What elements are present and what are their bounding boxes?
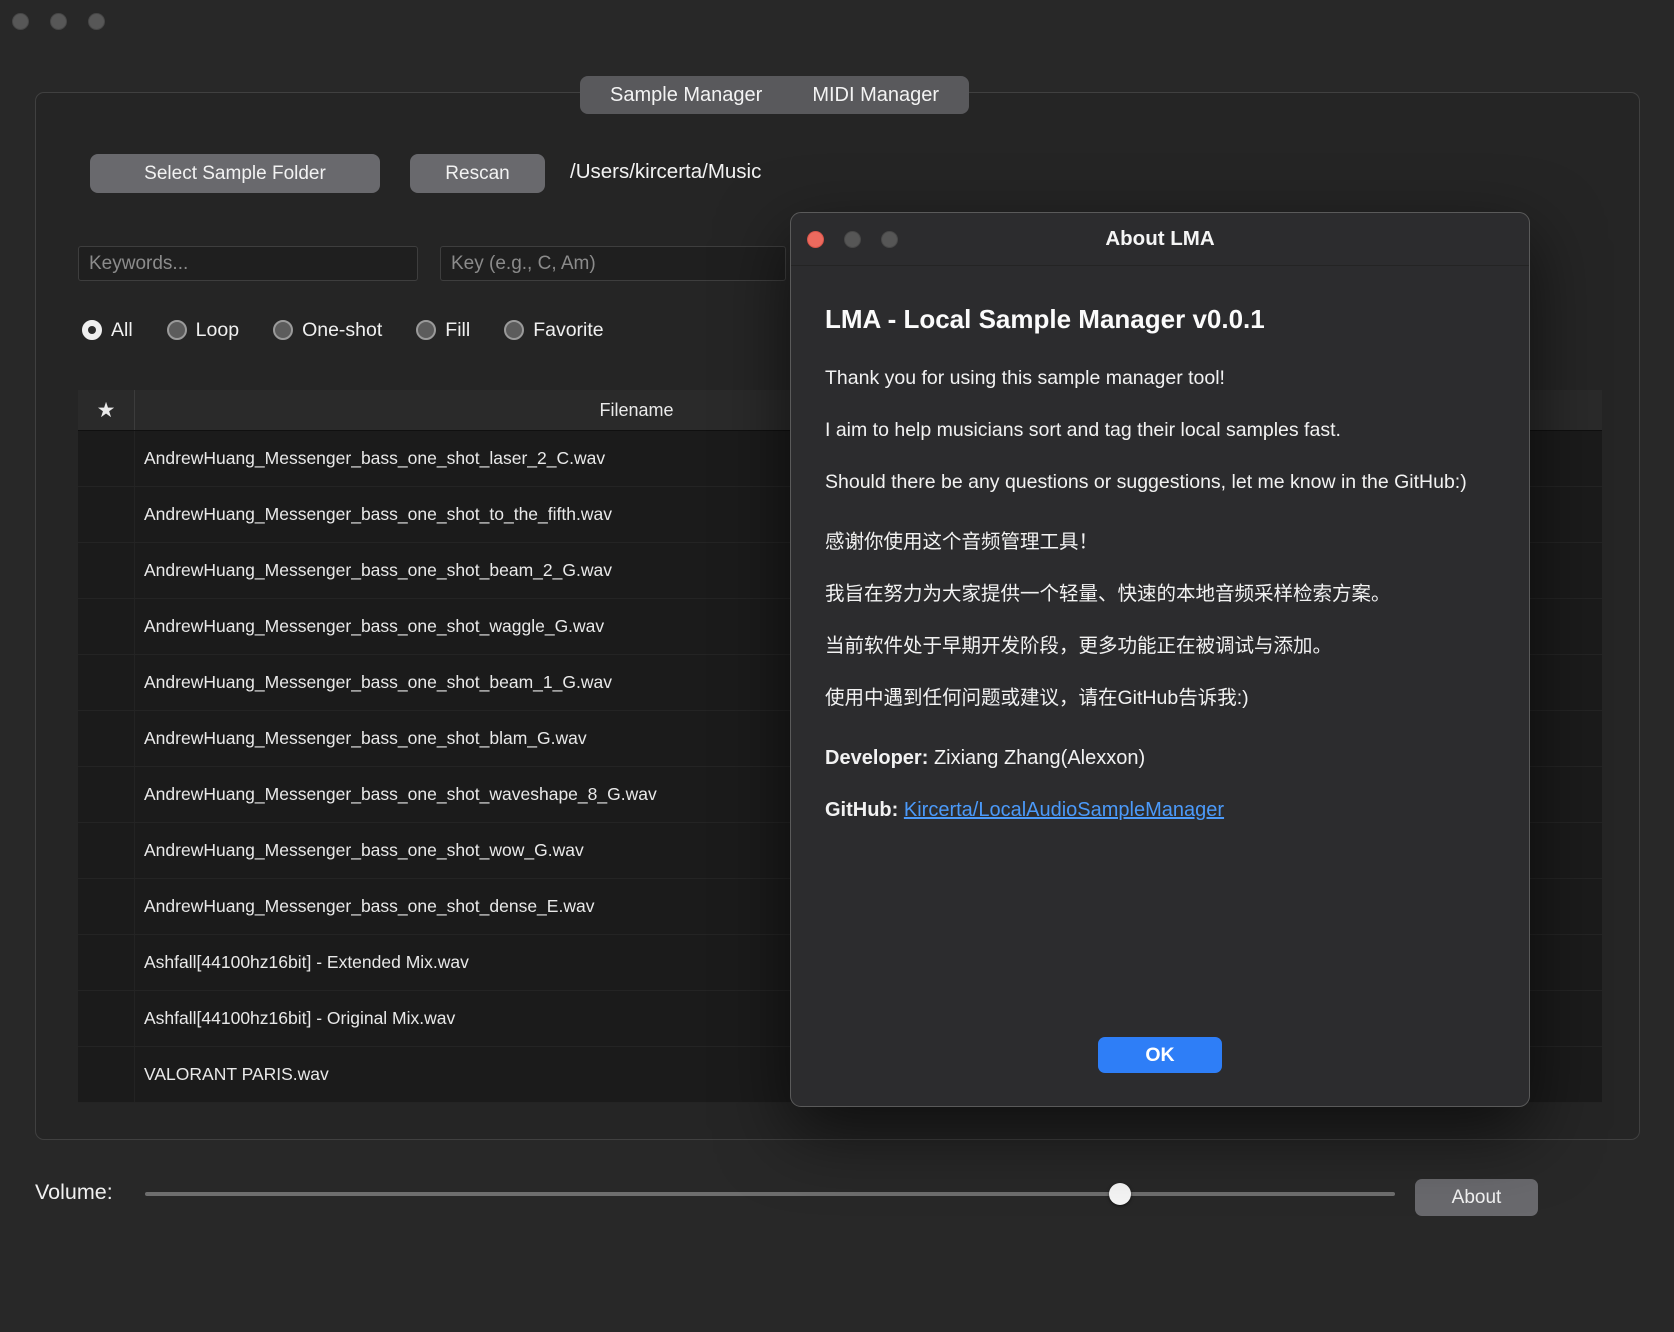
about-button[interactable]: About — [1415, 1179, 1538, 1216]
window-minimize-icon[interactable] — [50, 13, 67, 30]
row-filename: AndrewHuang_Messenger_bass_one_shot_wave… — [135, 784, 657, 805]
filter-radios: All Loop One-shot Fill Favorite — [82, 316, 604, 344]
dialog-heading: LMA - Local Sample Manager v0.0.1 — [825, 304, 1495, 335]
developer-label: Developer: — [825, 747, 928, 769]
dialog-paragraph-cn-questions: 使用中遇到任何问题或建议，请在GitHub告诉我:) — [825, 683, 1495, 713]
filter-radio[interactable]: Loop — [167, 319, 239, 342]
radio-icon — [273, 320, 293, 340]
filter-radio[interactable]: Favorite — [504, 319, 603, 342]
filter-radio[interactable]: Fill — [416, 319, 470, 342]
radio-label: Fill — [445, 319, 470, 342]
dialog-paragraph-questions: Should there be any questions or suggest… — [825, 467, 1495, 497]
row-filename: Ashfall[44100hz16bit] - Original Mix.wav — [135, 1008, 455, 1029]
row-star-cell[interactable] — [78, 599, 135, 654]
radio-icon — [167, 320, 187, 340]
radio-label: Favorite — [533, 319, 603, 342]
developer-value: Zixiang Zhang(Alexxon) — [934, 747, 1145, 769]
radio-label: One-shot — [302, 319, 382, 342]
dialog-paragraph-cn-thanks: 感谢你使用这个音频管理工具！ — [825, 527, 1495, 557]
favorite-column-header[interactable]: ★ — [78, 390, 135, 430]
select-sample-folder-button[interactable]: Select Sample Folder — [90, 154, 380, 193]
dialog-paragraph-cn-status: 当前软件处于早期开发阶段，更多功能正在被调试与添加。 — [825, 631, 1495, 661]
key-input[interactable] — [440, 246, 786, 281]
radio-icon — [504, 320, 524, 340]
row-star-cell[interactable] — [78, 991, 135, 1046]
row-filename: AndrewHuang_Messenger_bass_one_shot_to_t… — [135, 504, 612, 525]
row-filename: Ashfall[44100hz16bit] - Extended Mix.wav — [135, 952, 469, 973]
row-star-cell[interactable] — [78, 711, 135, 766]
dialog-zoom-icon — [881, 231, 898, 248]
row-star-cell[interactable] — [78, 543, 135, 598]
ok-button[interactable]: OK — [1098, 1037, 1222, 1073]
row-filename: AndrewHuang_Messenger_bass_one_shot_beam… — [135, 560, 612, 581]
manager-tabs: Sample Manager MIDI Manager — [580, 76, 969, 114]
dialog-paragraph-cn-aim: 我旨在努力为大家提供一个轻量、快速的本地音频采样检索方案。 — [825, 579, 1495, 609]
developer-line: Developer: Zixiang Zhang(Alexxon) — [825, 743, 1495, 773]
tab-sample-manager[interactable]: Sample Manager — [610, 84, 762, 107]
filter-radio[interactable]: One-shot — [273, 319, 382, 342]
row-star-cell[interactable] — [78, 767, 135, 822]
row-star-cell[interactable] — [78, 823, 135, 878]
keywords-input[interactable] — [78, 246, 418, 281]
radio-label: Loop — [196, 319, 239, 342]
dialog-titlebar: About LMA — [791, 213, 1529, 266]
sample-folder-path: /Users/kircerta/Music — [570, 160, 761, 184]
window-close-icon[interactable] — [12, 13, 29, 30]
filter-radio[interactable]: All — [82, 319, 133, 342]
row-filename: AndrewHuang_Messenger_bass_one_shot_wagg… — [135, 616, 604, 637]
radio-label: All — [111, 319, 133, 342]
volume-slider-track[interactable] — [145, 1192, 1395, 1196]
row-filename: VALORANT PARIS.wav — [135, 1064, 329, 1085]
row-filename: AndrewHuang_Messenger_bass_one_shot_beam… — [135, 672, 612, 693]
row-star-cell[interactable] — [78, 1047, 135, 1102]
row-filename: AndrewHuang_Messenger_bass_one_shot_wow_… — [135, 840, 584, 861]
radio-icon — [82, 320, 102, 340]
row-filename: AndrewHuang_Messenger_bass_one_shot_lase… — [135, 448, 605, 469]
row-star-cell[interactable] — [78, 655, 135, 710]
volume-slider[interactable] — [145, 1182, 1395, 1206]
row-star-cell[interactable] — [78, 879, 135, 934]
volume-label: Volume: — [35, 1180, 113, 1205]
row-star-cell[interactable] — [78, 935, 135, 990]
row-star-cell[interactable] — [78, 487, 135, 542]
about-dialog: About LMA LMA - Local Sample Manager v0.… — [790, 212, 1530, 1107]
row-filename: AndrewHuang_Messenger_bass_one_shot_blam… — [135, 728, 587, 749]
radio-icon — [416, 320, 436, 340]
row-star-cell[interactable] — [78, 431, 135, 486]
window-zoom-icon[interactable] — [88, 13, 105, 30]
github-label: GitHub: — [825, 799, 898, 821]
dialog-paragraph-thanks: Thank you for using this sample manager … — [825, 363, 1495, 393]
volume-thumb[interactable] — [1109, 1183, 1131, 1205]
rescan-button[interactable]: Rescan — [410, 154, 545, 193]
tab-midi-manager[interactable]: MIDI Manager — [812, 84, 939, 107]
dialog-title: About LMA — [1105, 227, 1214, 251]
github-line: GitHub: Kircerta/LocalAudioSampleManager — [825, 795, 1495, 825]
dialog-minimize-icon — [844, 231, 861, 248]
dialog-paragraph-aim: I aim to help musicians sort and tag the… — [825, 415, 1495, 445]
dialog-content: LMA - Local Sample Manager v0.0.1 Thank … — [791, 266, 1529, 825]
github-repo-link[interactable]: Kircerta/LocalAudioSampleManager — [904, 799, 1224, 821]
row-filename: AndrewHuang_Messenger_bass_one_shot_dens… — [135, 896, 594, 917]
dialog-close-icon[interactable] — [807, 231, 824, 248]
